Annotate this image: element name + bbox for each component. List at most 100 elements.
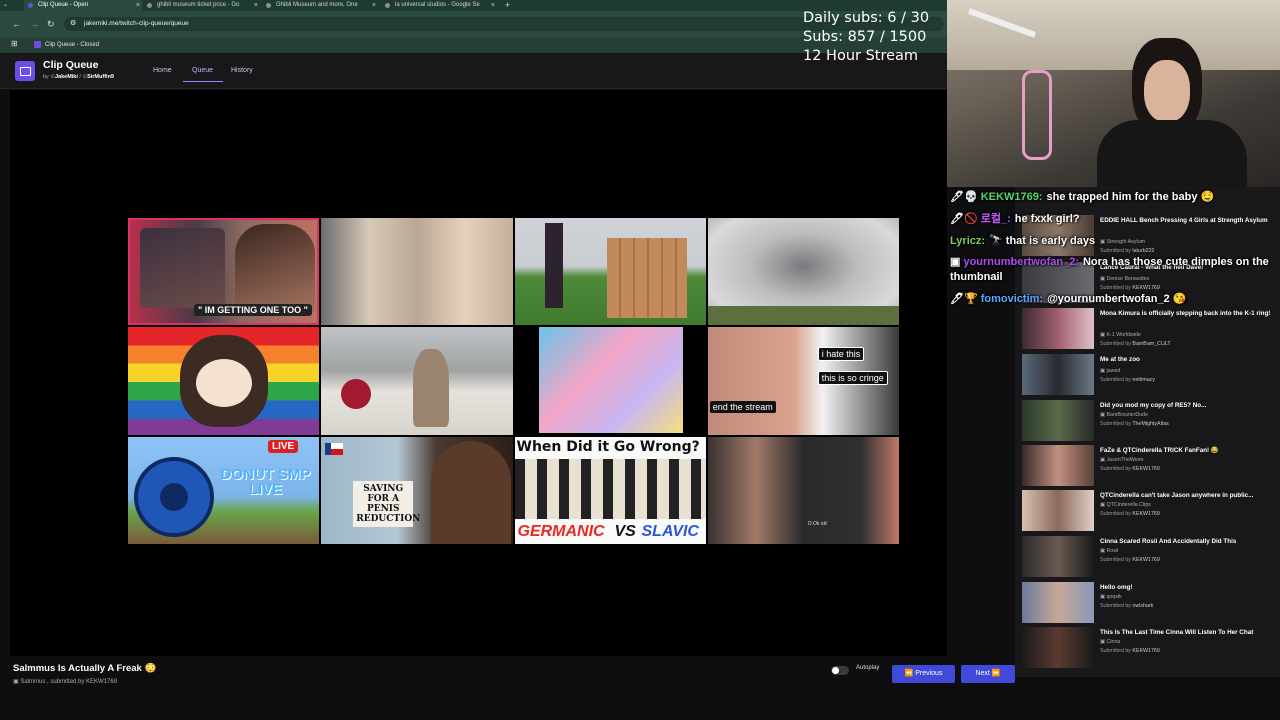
- thumbnail-1: " IM GETTING ONE TOO ": [128, 218, 320, 326]
- queue-thumbnail: [1022, 490, 1094, 531]
- chat-username: yournumbertwofan_2:: [963, 256, 1079, 268]
- thumbnail-caption: When Did it Go Wrong?: [516, 438, 700, 455]
- submitted-by-label: Submitted by: [1100, 648, 1131, 654]
- chat-badges: 🖊🏆: [950, 293, 978, 305]
- queue-item-channel: ▣ jawed: [1100, 368, 1120, 374]
- new-tab-button[interactable]: +: [503, 0, 517, 11]
- tab-universal-studios[interactable]: la universal studios - Google Se ×: [381, 0, 497, 11]
- site-info-icon[interactable]: ⚙: [70, 17, 76, 31]
- autoplay-toggle[interactable]: [831, 666, 849, 675]
- queue-thumbnail: [1022, 445, 1094, 486]
- queue-item-submitter: Submitted by KEKW1769: [1100, 466, 1160, 472]
- google-icon: [147, 3, 152, 8]
- queue-item[interactable]: Hello omg! ▣ qoqsik Submitted by owlshar…: [1022, 582, 1277, 626]
- donut-hole: [160, 482, 188, 511]
- twitch-icon: ▣: [1100, 332, 1106, 338]
- queue-item[interactable]: This Is The Last Time Cinna Will Listen …: [1022, 627, 1277, 671]
- tab-ghibli-ticket[interactable]: ghibli museum ticket price - Go ×: [143, 0, 260, 11]
- by-label: by: [43, 74, 49, 80]
- forward-arrow-icon[interactable]: →: [30, 19, 39, 29]
- twitch-icon: ▣: [1100, 412, 1106, 418]
- channel-name: K-1 Worldwide: [1106, 332, 1141, 338]
- queue-item-title: This Is The Last Time Cinna Will Listen …: [1100, 629, 1254, 636]
- queue-item-title: Mona Kimura is officially stepping back …: [1100, 310, 1271, 317]
- twitch-logo-icon: [15, 61, 35, 81]
- queue-item-title: FaZe & QTCinderella TRICK FanFan! 😂: [1100, 447, 1219, 454]
- thumbnail-5: [128, 327, 320, 435]
- submitted-by-label: Submitted by: [1100, 511, 1131, 517]
- texas-flag: [325, 442, 344, 455]
- current-clip-channel[interactable]: Salmmus: [20, 679, 45, 685]
- twitch-icon: ▣: [1100, 594, 1106, 600]
- chat-message: Lyricz: 🔭 that is early days: [950, 230, 1280, 252]
- close-icon[interactable]: ×: [491, 0, 495, 11]
- submitter-name: KEKW1769: [1132, 557, 1160, 563]
- queue-thumbnail: [1022, 582, 1094, 623]
- nav-queue[interactable]: Queue: [192, 67, 213, 74]
- author-link-sirmuffin9[interactable]: SirMuffin9: [87, 74, 114, 80]
- apps-grid-icon[interactable]: ⊞: [11, 39, 18, 48]
- clip-queue-favicon: [34, 41, 41, 48]
- queue-item[interactable]: Cinna Scared Rosii And Accidentally Did …: [1022, 536, 1277, 580]
- submitted-by-label: Submitted by: [1100, 341, 1131, 347]
- active-nav-underline: [183, 81, 223, 82]
- room-wall: [947, 0, 1280, 70]
- thumbnail-8: i hate this this is so cringe end the st…: [707, 327, 899, 435]
- twitch-icon: ▣: [1100, 457, 1106, 463]
- submitter-name: owlshark: [1132, 603, 1154, 609]
- url-text: jakemiki.me/twitch-clip-queue/queue: [84, 20, 189, 27]
- current-clip-title: Salmmus Is Actually A Freak 😳: [13, 663, 157, 674]
- queue-item-title: Hello omg!: [1100, 584, 1133, 591]
- back-arrow-icon[interactable]: ←: [12, 19, 21, 29]
- queue-item-submitter: Submitted by KEKW1769: [1100, 511, 1160, 517]
- reload-icon[interactable]: ↻: [47, 19, 55, 30]
- channel-name: Cinna: [1106, 639, 1121, 645]
- queue-item[interactable]: Me at the zoo ▣ jawed Submitted by netti…: [1022, 354, 1277, 398]
- thumbnail-2: [321, 218, 513, 326]
- tab-list-button[interactable]: ⌄: [0, 0, 14, 11]
- thumbnail-caption: DONUT SMP LIVE: [220, 465, 311, 498]
- next-button[interactable]: Next ⏩: [961, 665, 1015, 683]
- queue-item[interactable]: Did you mod my copy of RE5? No... ▣ BamB…: [1022, 400, 1277, 444]
- author-link-jakemiki[interactable]: JakeMiki: [55, 74, 78, 80]
- tab-title: la universal studios - Google Se: [395, 2, 480, 8]
- submitter-name: nettimacy: [1132, 377, 1156, 383]
- queue-thumbnail: [1022, 308, 1094, 349]
- microphone: [341, 379, 372, 410]
- submitted-by-label: Submitted by: [1100, 603, 1131, 609]
- submitter-name: KEKW1769: [1132, 511, 1160, 517]
- close-icon[interactable]: ×: [372, 0, 376, 11]
- queue-item-title: Me at the zoo: [1100, 356, 1140, 363]
- queue-item-channel: ▣ Cinna: [1100, 639, 1120, 645]
- twitch-icon: ▣: [13, 679, 19, 685]
- close-icon[interactable]: ×: [136, 0, 140, 11]
- close-icon[interactable]: ×: [254, 0, 258, 11]
- nav-history[interactable]: History: [231, 67, 253, 74]
- thumbnail-person-right: [235, 224, 315, 314]
- tab-ghibli-museum[interactable]: Ghibli Museum and more, One ×: [262, 0, 378, 11]
- daily-subs-counter: Daily subs: 6 / 30: [803, 10, 930, 26]
- app-title: Clip Queue: [43, 59, 99, 71]
- thumbnail-caption: O.Ok ok!: [807, 520, 828, 527]
- queue-item[interactable]: FaZe & QTCinderella TRICK FanFan! 😂 ▣ Ja…: [1022, 445, 1277, 489]
- current-clip-meta: ▣ Salmmus , submitted by KEKW1769: [13, 678, 117, 685]
- anime-art: [538, 327, 683, 434]
- byline-separator: /: [79, 74, 81, 80]
- thumbnail-caption: i hate this: [817, 347, 865, 362]
- queue-thumbnail: [1022, 536, 1094, 577]
- queue-item-channel: ▣ qoqsik: [1100, 594, 1122, 600]
- chat-username: KEKW1769:: [980, 191, 1043, 203]
- nav-home[interactable]: Home: [153, 67, 172, 74]
- tab-title: Ghibli Museum and more, One: [276, 2, 358, 8]
- queue-item[interactable]: Mona Kimura is officially stepping back …: [1022, 308, 1277, 352]
- thumbnail-9: LIVE DONUT SMP LIVE: [128, 436, 320, 544]
- twitch-icon: ▣: [1100, 548, 1106, 554]
- previous-button[interactable]: ⏪ Previous: [892, 665, 955, 683]
- submitted-by-label: Submitted by: [1100, 557, 1131, 563]
- tab-clip-queue[interactable]: Clip Queue - Open ×: [24, 0, 142, 11]
- bookmark-clip-queue[interactable]: Clip Queue - Closed: [45, 40, 99, 50]
- chat-username: Lyricz:: [950, 235, 986, 247]
- queue-item-channel: ▣ JasonTheWeen: [1100, 457, 1144, 463]
- queue-item-submitter: Submitted by KEKW1769: [1100, 648, 1160, 654]
- queue-item[interactable]: QTCinderella can't take Jason anywhere i…: [1022, 490, 1277, 534]
